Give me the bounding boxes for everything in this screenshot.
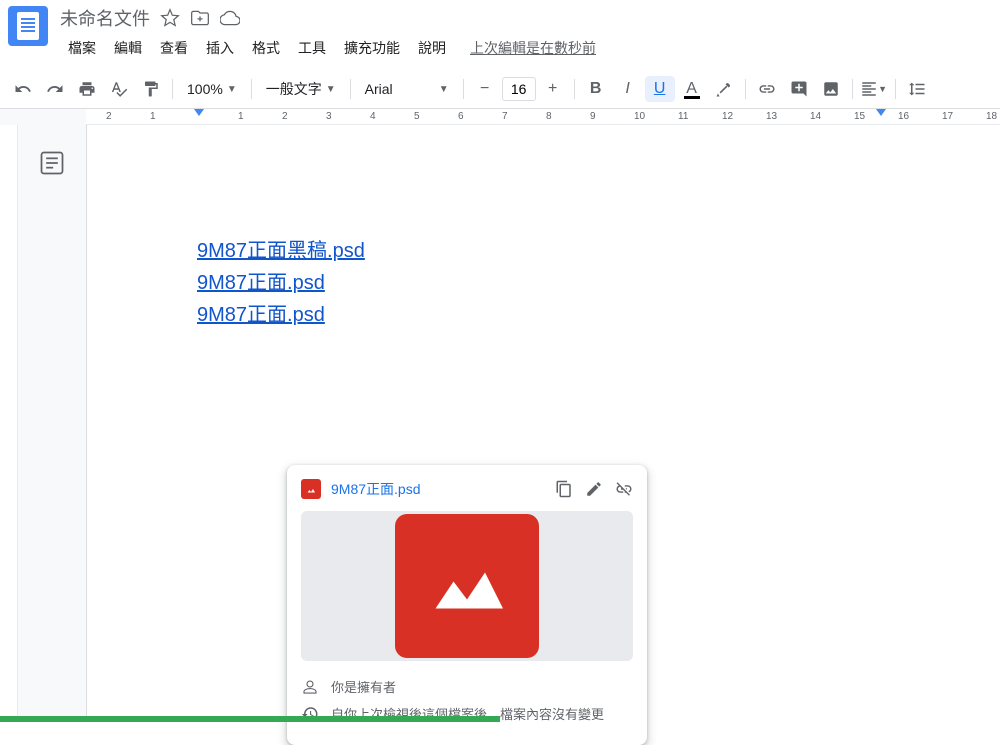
ruler-tick: 4 <box>370 111 376 122</box>
ruler-tick: 18 <box>986 111 997 122</box>
insert-image-button[interactable] <box>816 76 846 102</box>
ruler-tick: 1 <box>238 111 244 122</box>
font-size-input[interactable] <box>502 77 536 101</box>
ruler-tick: 2 <box>106 111 112 122</box>
menu-tools[interactable]: 工具 <box>290 34 334 62</box>
app-header: 未命名文件 檔案 編輯 查看 插入 格式 工具 擴充功能 說明 上次編輯是在數秒… <box>0 0 1000 62</box>
link-preview-card: 9M87正面.psd 你是擁有者 自你上次檢視後這個檔案後，檔案內容沒有變更 <box>287 465 647 745</box>
font-size-increase[interactable]: + <box>538 76 568 102</box>
styles-dropdown[interactable]: 一般文字▼ <box>258 76 344 102</box>
menu-bar: 檔案 編輯 查看 插入 格式 工具 擴充功能 說明 上次編輯是在數秒前 <box>60 34 992 62</box>
unlink-icon[interactable] <box>615 480 633 498</box>
ruler-tick: 14 <box>810 111 821 122</box>
ruler-tick: 7 <box>502 111 508 122</box>
menu-extensions[interactable]: 擴充功能 <box>336 34 408 62</box>
ruler-tick: 9 <box>590 111 596 122</box>
card-title[interactable]: 9M87正面.psd <box>331 479 545 499</box>
italic-button[interactable]: I <box>613 76 643 102</box>
outline-icon[interactable] <box>38 149 66 177</box>
highlight-button[interactable] <box>709 76 739 102</box>
undo-button[interactable] <box>8 76 38 102</box>
align-button[interactable]: ▼ <box>859 76 889 102</box>
last-edit-status[interactable]: 上次編輯是在數秒前 <box>470 38 596 58</box>
status-bar <box>0 716 500 722</box>
copy-link-icon[interactable] <box>555 480 573 498</box>
document-title[interactable]: 未命名文件 <box>60 5 150 31</box>
horizontal-ruler[interactable]: 21123456789101112131415161718 <box>86 109 1000 125</box>
ruler-tick: 12 <box>722 111 733 122</box>
bold-button[interactable]: B <box>581 76 611 102</box>
ruler-tick: 13 <box>766 111 777 122</box>
text-color-button[interactable]: A <box>677 76 707 102</box>
vertical-ruler[interactable] <box>0 125 18 722</box>
document-page[interactable]: 9M87正面黑稿.psd 9M87正面.psd 9M87正面.psd 9M87正… <box>86 125 1000 722</box>
ruler-tick: 8 <box>546 111 552 122</box>
menu-format[interactable]: 格式 <box>244 34 288 62</box>
add-comment-button[interactable] <box>784 76 814 102</box>
paint-format-button[interactable] <box>136 76 166 102</box>
redo-button[interactable] <box>40 76 70 102</box>
ruler-tick: 15 <box>854 111 865 122</box>
menu-help[interactable]: 說明 <box>410 34 454 62</box>
document-link-2[interactable]: 9M87正面.psd <box>197 267 900 299</box>
underline-button[interactable]: U <box>645 76 675 102</box>
image-file-icon <box>301 479 321 499</box>
docs-logo[interactable] <box>8 6 48 46</box>
zoom-dropdown[interactable]: 100%▼ <box>179 76 245 102</box>
ruler-tick: 5 <box>414 111 420 122</box>
cloud-icon[interactable] <box>220 8 240 28</box>
ruler-tick: 10 <box>634 111 645 122</box>
ruler-tick: 3 <box>326 111 332 122</box>
move-icon[interactable] <box>190 8 210 28</box>
print-button[interactable] <box>72 76 102 102</box>
edit-link-icon[interactable] <box>585 480 603 498</box>
ruler-tick: 11 <box>678 111 688 122</box>
line-spacing-button[interactable] <box>902 76 932 102</box>
star-icon[interactable] <box>160 8 180 28</box>
ruler-tick: 17 <box>942 111 953 122</box>
ruler-tick: 2 <box>282 111 288 122</box>
toolbar: 100%▼ 一般文字▼ Arial▼ − + B I U A ▼ <box>0 70 1000 109</box>
menu-file[interactable]: 檔案 <box>60 34 104 62</box>
menu-edit[interactable]: 編輯 <box>106 34 150 62</box>
document-link-1[interactable]: 9M87正面黑稿.psd <box>197 235 900 267</box>
menu-view[interactable]: 查看 <box>152 34 196 62</box>
ruler-tick: 1 <box>150 111 156 122</box>
spellcheck-button[interactable] <box>104 76 134 102</box>
insert-link-button[interactable] <box>752 76 782 102</box>
menu-insert[interactable]: 插入 <box>198 34 242 62</box>
person-icon <box>301 678 319 696</box>
file-preview[interactable] <box>301 511 633 661</box>
ruler-tick: 16 <box>898 111 909 122</box>
ruler-tick: 6 <box>458 111 464 122</box>
font-dropdown[interactable]: Arial▼ <box>357 76 457 102</box>
image-thumbnail-icon <box>395 514 539 658</box>
owner-text: 你是擁有者 <box>331 677 396 696</box>
font-size-decrease[interactable]: − <box>470 76 500 102</box>
document-link-3[interactable]: 9M87正面.psd <box>197 299 900 331</box>
